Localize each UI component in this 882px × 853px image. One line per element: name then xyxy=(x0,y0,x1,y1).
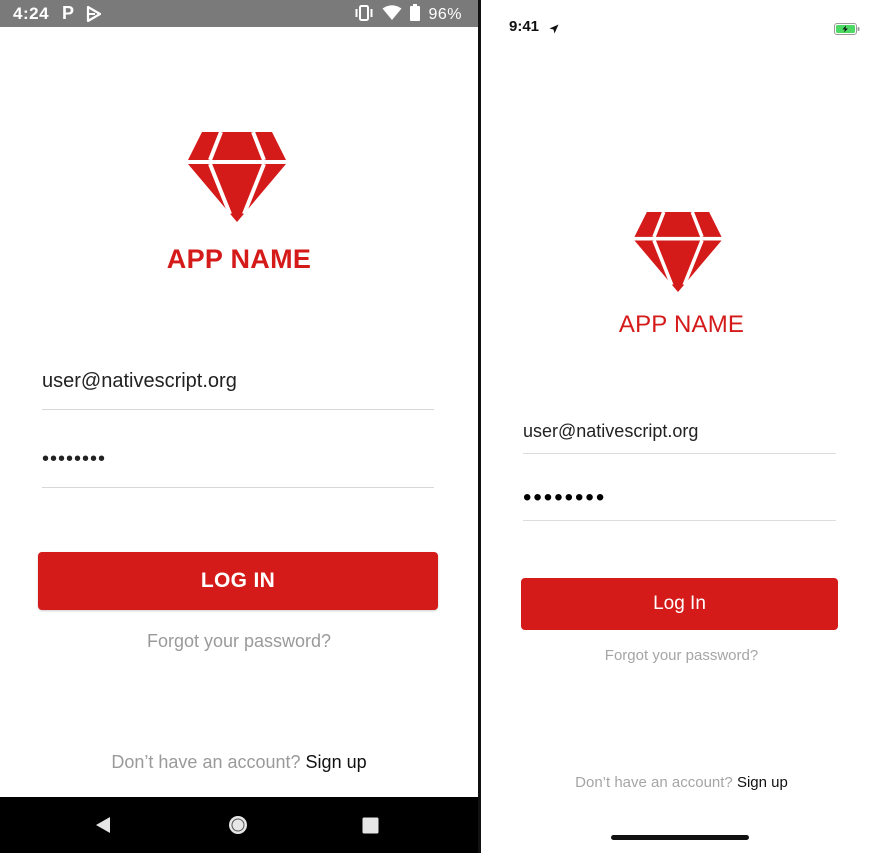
signup-link[interactable]: Sign up xyxy=(306,752,367,772)
signup-line: Don’t have an account? Sign up xyxy=(0,752,478,773)
home-indicator[interactable] xyxy=(611,835,749,840)
app-name: APP NAME xyxy=(166,244,312,274)
notification-play-icon xyxy=(86,5,102,27)
forgot-password-link[interactable]: Forgot your password? xyxy=(481,647,882,664)
password-field-container xyxy=(42,448,434,488)
android-nav-bar xyxy=(0,797,478,853)
battery-icon xyxy=(410,4,421,26)
forgot-password-link[interactable]: Forgot your password? xyxy=(0,631,478,652)
password-input[interactable] xyxy=(42,448,434,471)
status-right-icons: 96% xyxy=(354,4,462,26)
vibrate-icon xyxy=(354,4,374,26)
status-time: 4:24 xyxy=(13,4,50,23)
signup-line: Don’t have an account? Sign up xyxy=(481,774,882,791)
android-screen: 4:24 P 96% APP NAME user@nativescript.or… xyxy=(0,0,478,853)
email-input[interactable] xyxy=(42,370,434,393)
wifi-icon xyxy=(382,4,402,26)
nav-back-icon[interactable] xyxy=(94,816,112,839)
password-field-container xyxy=(523,484,836,521)
battery-charging-icon xyxy=(834,22,860,40)
battery-percent: 96% xyxy=(428,6,462,23)
comparison-stage: 4:24 P 96% APP NAME user@nativescript.or… xyxy=(0,0,882,853)
password-input[interactable] xyxy=(523,484,836,512)
nav-recent-icon[interactable] xyxy=(362,817,379,839)
email-field-container xyxy=(523,421,836,454)
email-field-container xyxy=(42,370,434,410)
notification-p-icon: P xyxy=(62,3,75,23)
login-button[interactable]: Log In xyxy=(521,578,838,630)
app-name: APP NAME xyxy=(618,311,745,338)
signup-link[interactable]: Sign up xyxy=(737,774,788,791)
login-button[interactable]: LOG IN xyxy=(38,552,438,610)
email-input[interactable] xyxy=(523,421,836,442)
ios-screen: 9:41 APP NAME user@nativescript.org ••••… xyxy=(481,0,882,853)
nav-home-icon[interactable] xyxy=(227,814,249,841)
location-arrow-icon xyxy=(549,21,559,39)
android-status-bar: 4:24 P 96% xyxy=(0,0,478,27)
signup-prompt: Don’t have an account? xyxy=(575,774,733,791)
diamond-icon xyxy=(633,211,723,292)
diamond-icon xyxy=(188,131,286,222)
signup-prompt: Don’t have an account? xyxy=(111,752,301,772)
ios-status-time: 9:41 xyxy=(509,18,540,35)
